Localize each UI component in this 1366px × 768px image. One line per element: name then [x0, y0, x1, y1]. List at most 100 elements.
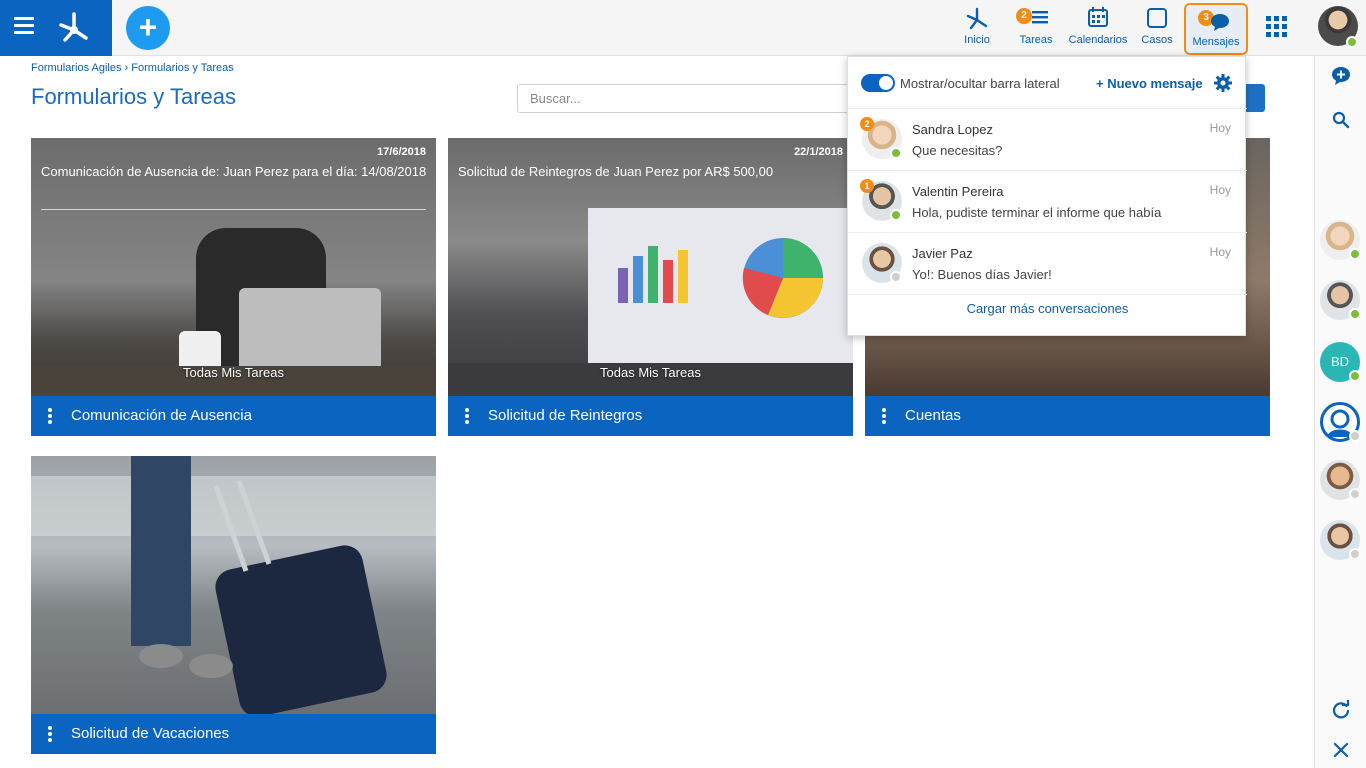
- message-preview: Que necesitas?: [912, 143, 1003, 158]
- sidebar-contact-avatar[interactable]: [1320, 520, 1361, 560]
- breadcrumb-separator: ›: [124, 62, 129, 74]
- contact-status-online: [1349, 370, 1361, 382]
- new-message-button[interactable]: + Nuevo mensaje: [1096, 76, 1203, 91]
- message-time: Hoy: [1209, 245, 1231, 259]
- card-label: Cuentas: [905, 407, 961, 424]
- card-label-bar[interactable]: Solicitud de Vacaciones: [31, 714, 436, 754]
- card-solicitud-vacaciones[interactable]: Solicitud de Vacaciones: [31, 456, 436, 754]
- card-subtitle: Todas Mis Tareas: [600, 365, 701, 380]
- contact-status-online: [1349, 308, 1361, 320]
- nav-casos-label: Casos: [1141, 34, 1173, 46]
- user-online-indicator: [1346, 36, 1358, 48]
- nav-mensajes-label: Mensajes: [1192, 36, 1240, 48]
- search-input[interactable]: [517, 84, 857, 113]
- sidebar-contact-avatar[interactable]: [1320, 280, 1361, 320]
- add-button[interactable]: +: [126, 6, 170, 50]
- card-label: Comunicación de Ausencia: [71, 407, 252, 424]
- sidebar-toggle-label: Mostrar/ocultar barra lateral: [900, 76, 1060, 91]
- nav-casos[interactable]: Casos: [1140, 6, 1174, 52]
- nav-tareas[interactable]: 2 Tareas: [1016, 6, 1056, 52]
- contact-name: Valentin Pereira: [912, 184, 1004, 199]
- page-title: Formularios y Tareas: [31, 84, 236, 109]
- kebab-menu-icon[interactable]: [48, 408, 52, 424]
- kebab-menu-icon[interactable]: [465, 408, 469, 424]
- gear-icon[interactable]: [1213, 73, 1233, 93]
- nav-mensajes[interactable]: 3 Mensajes: [1184, 3, 1248, 55]
- card-image-office: 17/6/2018 Comunicación de Ausencia de: J…: [31, 138, 436, 396]
- sidebar-contact-avatar[interactable]: [1320, 460, 1361, 500]
- search-button[interactable]: [1244, 84, 1265, 112]
- user-avatar[interactable]: [1318, 6, 1358, 48]
- messages-popup-header: Mostrar/ocultar barra lateral + Nuevo me…: [848, 57, 1247, 109]
- logo-icon[interactable]: [56, 10, 92, 46]
- contact-initials: BD: [1330, 354, 1350, 369]
- toggle-knob: [879, 76, 893, 90]
- top-bar: + Inicio 2 Tareas Calendarios Casos 3 Me…: [0, 0, 1366, 56]
- card-divider: [41, 209, 426, 210]
- nav-tareas-label: Tareas: [1019, 34, 1053, 46]
- conversation-item[interactable]: Javier Paz Hoy Yo!: Buenos días Javier!: [848, 233, 1247, 295]
- contact-status-offline: [1349, 488, 1361, 500]
- conversation-item[interactable]: 1 Valentin Pereira Hoy Hola, pudiste ter…: [848, 171, 1247, 233]
- card-label-bar[interactable]: Cuentas: [865, 396, 1270, 436]
- message-preview: Hola, pudiste terminar el informe que ha…: [912, 205, 1162, 220]
- suitcase-illustration: [31, 456, 436, 714]
- load-more-conversations-link[interactable]: Cargar más conversaciones: [848, 301, 1247, 316]
- nav-calendarios-label: Calendarios: [1068, 34, 1128, 46]
- contact-status-offline: [1349, 430, 1361, 442]
- conversation-item[interactable]: 2 Sandra Lopez Hoy Que necesitas?: [848, 109, 1247, 171]
- contact-avatar: 2: [860, 117, 902, 159]
- breadcrumb: Formularios Agiles › Formularios y Tarea…: [31, 62, 234, 74]
- contact-name: Sandra Lopez: [912, 122, 993, 137]
- message-time: Hoy: [1209, 183, 1231, 197]
- contact-status-offline: [890, 271, 902, 283]
- card-subtitle: Todas Mis Tareas: [183, 365, 284, 380]
- close-icon[interactable]: [1331, 740, 1351, 760]
- card-solicitud-reintegros[interactable]: 22/1/2018 Solicitud de Reintegros de Jua…: [448, 138, 853, 436]
- contact-status-online: [890, 209, 902, 221]
- nav-inicio[interactable]: Inicio: [958, 6, 996, 52]
- sidebar-contact-avatar[interactable]: [1320, 402, 1361, 442]
- card-label-bar[interactable]: Solicitud de Reintegros: [448, 396, 853, 436]
- breadcrumb-item-formularios-tareas[interactable]: Formularios y Tareas: [131, 62, 234, 74]
- kebab-menu-icon[interactable]: [882, 408, 886, 424]
- card-label: Solicitud de Reintegros: [488, 407, 643, 424]
- calendar-icon: [1088, 7, 1108, 27]
- contact-avatar: 1: [860, 179, 902, 221]
- card-task-title: Comunicación de Ausencia de: Juan Perez …: [41, 164, 426, 179]
- unread-badge: 1: [860, 179, 874, 193]
- refresh-icon[interactable]: [1331, 700, 1351, 720]
- tareas-badge: 2: [1016, 8, 1032, 24]
- new-chat-icon[interactable]: [1331, 66, 1351, 86]
- sidebar-contact-avatar[interactable]: [1320, 220, 1361, 260]
- nav-calendarios[interactable]: Calendarios: [1068, 6, 1128, 52]
- tasks-list-icon: [1032, 11, 1048, 24]
- home-network-icon: [966, 7, 988, 30]
- message-time: Hoy: [1209, 121, 1231, 135]
- card-image-laptop-charts: 22/1/2018 Solicitud de Reintegros de Jua…: [448, 138, 853, 396]
- nav-inicio-label: Inicio: [964, 34, 990, 46]
- card-comunicacion-ausencia[interactable]: 17/6/2018 Comunicación de Ausencia de: J…: [31, 138, 436, 436]
- chat-sidebar: BD: [1314, 56, 1366, 768]
- hamburger-menu-icon[interactable]: [14, 17, 34, 37]
- kebab-menu-icon[interactable]: [48, 726, 52, 742]
- card-date: 22/1/2018: [794, 146, 843, 158]
- unread-badge: 2: [860, 117, 874, 131]
- card-image-suitcase: [31, 456, 436, 714]
- search-icon[interactable]: [1331, 110, 1351, 130]
- contact-status-offline: [1349, 548, 1361, 560]
- contact-avatar: [862, 243, 902, 283]
- apps-grid-icon[interactable]: [1266, 16, 1288, 38]
- sidebar-toggle[interactable]: [861, 74, 895, 92]
- breadcrumb-item-formularios-agiles[interactable]: Formularios Agiles: [31, 62, 121, 74]
- message-preview: Yo!: Buenos días Javier!: [912, 267, 1052, 282]
- card-label: Solicitud de Vacaciones: [71, 725, 230, 742]
- chat-bubble-icon: [1211, 14, 1229, 31]
- case-square-icon: [1147, 8, 1167, 28]
- sidebar-contact-avatar[interactable]: BD: [1320, 342, 1361, 382]
- card-task-title: Solicitud de Reintegros de Juan Perez po…: [458, 164, 774, 179]
- contact-status-online: [890, 147, 902, 159]
- card-label-bar[interactable]: Comunicación de Ausencia: [31, 396, 436, 436]
- brand-area: [0, 0, 112, 56]
- card-date: 17/6/2018: [377, 146, 426, 158]
